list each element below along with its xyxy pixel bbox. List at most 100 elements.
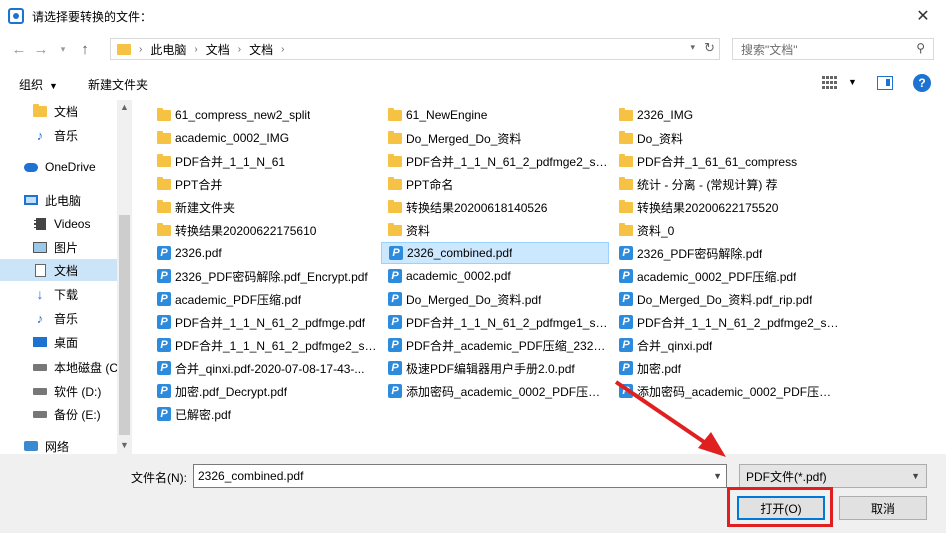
up-button[interactable]: ↑ (74, 38, 96, 60)
folder-item[interactable]: PPT命名 (381, 173, 609, 195)
folder-item[interactable]: 61_NewEngine (381, 104, 609, 126)
file-item[interactable]: P Do_Merged_Do_资料.pdf_rip.pdf (612, 288, 840, 310)
folder-icon (387, 222, 403, 236)
folder-icon (33, 103, 47, 117)
nav-item[interactable]: 软件 (D:) (0, 380, 117, 402)
folder-item[interactable]: 转换结果20200618140526 (381, 196, 609, 218)
filetype-select[interactable]: PDF文件(*.pdf) ▼ (739, 464, 927, 488)
nav-item[interactable]: Videos (0, 213, 117, 235)
file-item[interactable]: P 添加密码_academic_0002_PDF压缩... (612, 380, 840, 402)
nav-item[interactable]: ↓ 下载 (0, 283, 117, 305)
file-name: PPT命名 (406, 177, 454, 192)
folder-item[interactable]: PDF合并_1_1_N_61 (150, 150, 378, 172)
file-item[interactable]: P Do_Merged_Do_资料.pdf (381, 288, 609, 310)
file-item[interactable]: P 合并_qinxi.pdf (612, 334, 840, 356)
nav-item[interactable]: 文档 (0, 100, 117, 122)
open-button[interactable]: 打开(O) (737, 496, 825, 520)
file-name: 添加密码_academic_0002_PDF压缩... (637, 384, 840, 399)
cancel-button[interactable]: 取消 (839, 496, 927, 520)
nav-item[interactable]: 此电脑 (0, 189, 117, 211)
breadcrumb[interactable]: › 此电脑 › 文档 › 文档 › ▾ ↻ (110, 38, 720, 60)
folder-item[interactable]: Do_资料 (612, 127, 840, 149)
close-button[interactable]: ✕ (900, 0, 946, 32)
window-title: 请选择要转换的文件： (32, 9, 153, 24)
file-item[interactable]: Pacademic_0002_PDF压缩.pdf (612, 265, 840, 287)
folder-icon (156, 107, 172, 121)
nav-item[interactable]: 桌面 (0, 331, 117, 353)
breadcrumb-item[interactable]: 此电脑 (150, 41, 186, 58)
search-input[interactable]: 搜索"文档" ⚲ (732, 38, 934, 60)
folder-item[interactable]: PDF合并_1_1_N_61_2_pdfmge2_sp... (381, 150, 609, 172)
folder-item[interactable]: 资料 (381, 219, 609, 241)
file-item[interactable]: P 2326.pdf (150, 242, 378, 264)
music-icon: ♪ (36, 310, 44, 326)
new-folder-button[interactable]: 新建文件夹 (88, 76, 148, 93)
file-item[interactable]: Pacademic_0002.pdf (381, 265, 609, 287)
nav-item[interactable]: 备份 (E:) (0, 403, 117, 425)
preview-pane-icon[interactable] (877, 76, 893, 90)
chevron-down-icon[interactable]: ▼ (848, 77, 857, 87)
recent-locations-button[interactable]: ▾ (52, 38, 74, 60)
video-icon (33, 218, 47, 230)
file-item[interactable]: P 添加密码_academic_0002_PDF压缩... (381, 380, 609, 402)
file-item[interactable]: P 加密.pdf (612, 357, 840, 379)
file-item[interactable]: P 2326_PDF密码解除.pdf (612, 242, 840, 264)
nav-item[interactable]: OneDrive (0, 156, 117, 178)
dialog-footer: 文件名(N): 2326_combined.pdf ▼ PDF文件(*.pdf)… (0, 454, 946, 533)
forward-button[interactable]: → (30, 38, 52, 60)
file-item[interactable]: Pacademic_PDF压缩.pdf (150, 288, 378, 310)
chevron-down-icon[interactable]: ▾ (690, 42, 695, 53)
folder-item[interactable]: academic_0002_IMG (150, 127, 378, 149)
folder-item[interactable]: 2326_IMG (612, 104, 840, 126)
file-item[interactable]: P 已解密.pdf (150, 403, 378, 425)
file-name: 极速PDF编辑器用户手册2.0.pdf (406, 361, 575, 376)
folder-item[interactable]: 转换结果20200622175520 (612, 196, 840, 218)
file-name: PDF合并_1_1_N_61_2_pdfmge1_sp... (406, 315, 609, 330)
filetype-value: PDF文件(*.pdf) (746, 469, 827, 484)
file-name: 资料_0 (637, 223, 675, 238)
nav-scrollbar[interactable]: ▲ ▼ (117, 100, 132, 454)
file-item[interactable]: P 2326_PDF密码解除.pdf_Encrypt.pdf (150, 265, 378, 287)
nav-item[interactable]: ♪ 音乐 (0, 124, 117, 146)
filename-input[interactable]: 2326_combined.pdf ▼ (193, 464, 727, 488)
breadcrumb-item[interactable]: 文档 (249, 41, 273, 58)
drive-icon (33, 408, 47, 420)
file-item[interactable]: P PDF合并_1_1_N_61_2_pdfmge1_sp... (381, 311, 609, 333)
breadcrumb-item[interactable]: 文档 (206, 41, 230, 58)
file-item[interactable]: P 加密.pdf_Decrypt.pdf (150, 380, 378, 402)
nav-item-label: Videos (54, 217, 91, 231)
folder-item[interactable]: 统计 - 分离 - (常规计算) 荐 (612, 173, 840, 195)
cloud-icon (24, 161, 38, 173)
folder-item[interactable]: 转换结果20200622175610 (150, 219, 378, 241)
file-item[interactable]: P PDF合并_1_1_N_61_2_pdfmge2_sp... (150, 334, 378, 356)
folder-item[interactable]: 新建文件夹 (150, 196, 378, 218)
chevron-down-icon[interactable]: ▼ (713, 471, 722, 481)
nav-item-label: 音乐 (54, 311, 79, 326)
file-item[interactable]: P PDF合并_academic_PDF压缩_2326... (381, 334, 609, 356)
scroll-thumb[interactable] (119, 215, 130, 435)
refresh-icon[interactable]: ↻ (704, 40, 715, 56)
folder-item[interactable]: PDF合并_1_61_61_compress (612, 150, 840, 172)
nav-item[interactable]: 文档 (0, 259, 117, 281)
file-item[interactable]: P 2326_combined.pdf (381, 242, 609, 264)
folder-item[interactable]: 61_compress_new2_split (150, 104, 378, 126)
file-name: Do_Merged_Do_资料.pdf (406, 292, 542, 307)
organize-button[interactable]: 组织 ▼ (19, 76, 58, 93)
help-icon[interactable]: ? (913, 74, 931, 92)
nav-item[interactable]: 本地磁盘 (C (0, 356, 117, 378)
file-item[interactable]: P PDF合并_1_1_N_61_2_pdfmge.pdf (150, 311, 378, 333)
nav-item-label: 网络 (45, 439, 70, 454)
folder-item[interactable]: Do_Merged_Do_资料 (381, 127, 609, 149)
file-item[interactable]: P 极速PDF编辑器用户手册2.0.pdf (381, 357, 609, 379)
nav-item[interactable]: 图片 (0, 236, 117, 258)
folder-item[interactable]: 资料_0 (612, 219, 840, 241)
view-grid-icon[interactable] (822, 76, 838, 90)
folder-item[interactable]: PPT合并 (150, 173, 378, 195)
file-item[interactable]: P 合并_qinxi.pdf-2020-07-08-17-43-... (150, 357, 378, 379)
nav-item[interactable]: 网络 (0, 435, 117, 454)
scroll-up-icon[interactable]: ▲ (120, 102, 129, 112)
back-button[interactable]: ← (8, 38, 30, 60)
scroll-down-icon[interactable]: ▼ (120, 440, 129, 450)
nav-item[interactable]: ♪ 音乐 (0, 307, 117, 329)
file-item[interactable]: P PDF合并_1_1_N_61_2_pdfmge2_sp... (612, 311, 840, 333)
